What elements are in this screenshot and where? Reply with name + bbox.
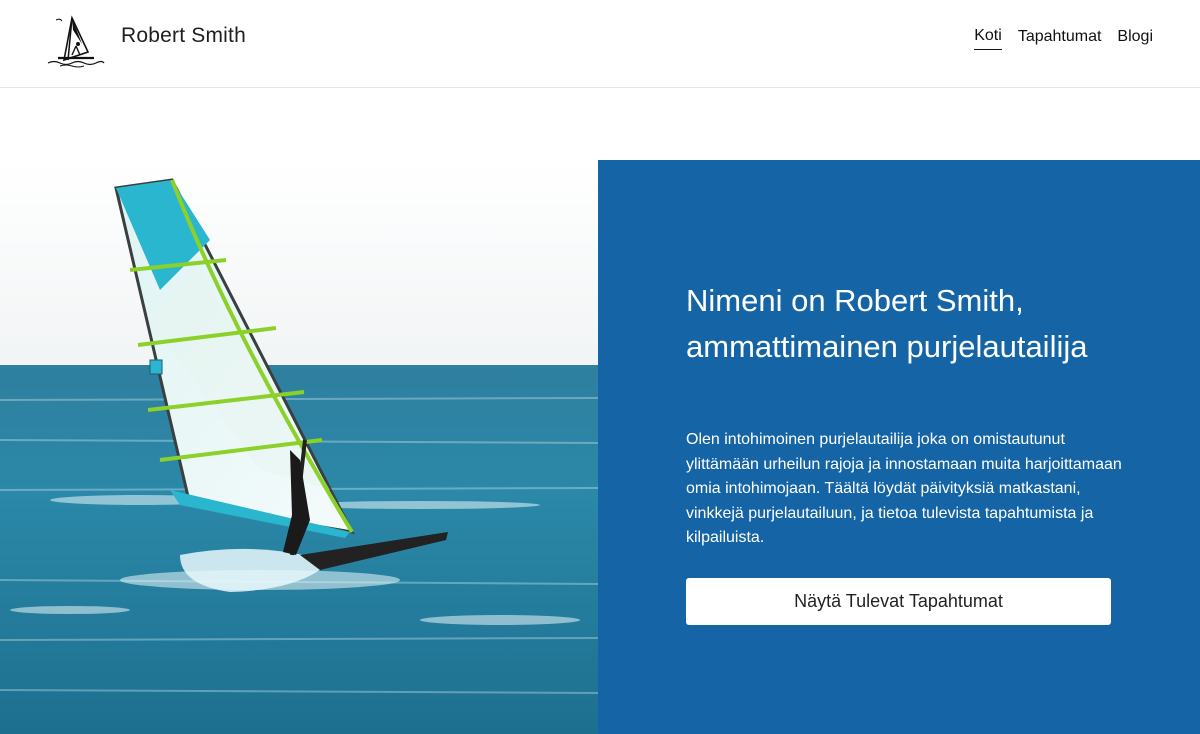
upcoming-events-button[interactable]: Näytä Tulevat Tapahtumat [686, 578, 1111, 625]
main-nav: Koti Tapahtumat Blogi [974, 27, 1153, 50]
nav-item-blogi[interactable]: Blogi [1117, 28, 1153, 50]
hero-panel: Nimeni on Robert Smith, ammattimainen pu… [598, 160, 1200, 734]
windsurfer-photo [0, 160, 598, 734]
nav-item-tapahtumat[interactable]: Tapahtumat [1018, 28, 1102, 50]
nav-item-koti[interactable]: Koti [974, 27, 1002, 50]
site-header: Robert Smith Koti Tapahtumat Blogi [0, 0, 1200, 88]
windsurfer-logo-icon[interactable] [42, 10, 106, 70]
hero-text: Olen intohimoinen purjelautailija joka o… [686, 431, 1122, 546]
hero-title: Nimeni on Robert Smith, ammattimainen pu… [686, 283, 1088, 364]
site-name[interactable]: Robert Smith [121, 24, 246, 48]
